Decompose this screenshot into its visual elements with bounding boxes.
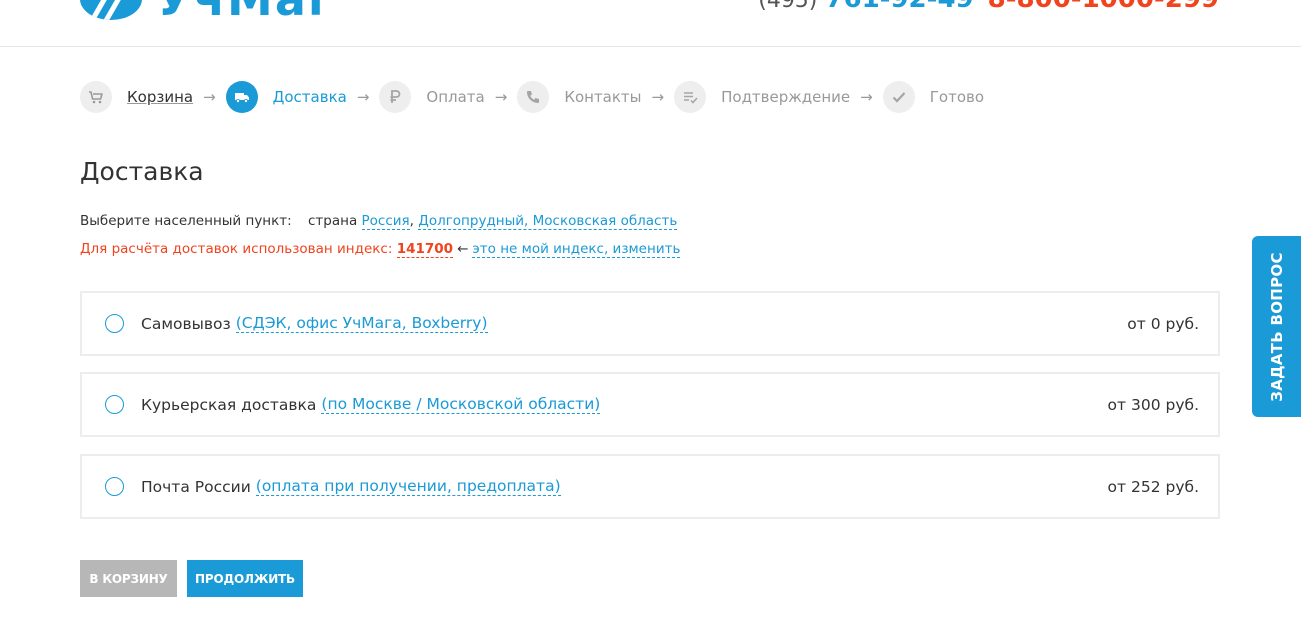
delivery-option-details-link[interactable]: (по Москве / Московской области) [321, 395, 601, 414]
delivery-option-title: Почта России [141, 477, 251, 496]
city-link[interactable]: Долгопрудный, Московская область [418, 213, 678, 230]
step-arrow: → [651, 88, 665, 106]
page-title: Доставка [80, 157, 204, 186]
pickup-radio[interactable] [105, 314, 124, 333]
country-link[interactable]: Россия [361, 213, 410, 230]
step-cart-label[interactable]: Корзина [127, 88, 193, 106]
step-delivery: Доставка [225, 81, 347, 113]
step-confirmation: Подтверждение [674, 81, 850, 113]
ruble-icon [379, 81, 412, 113]
delivery-option-russian-post[interactable]: Почта России (оплата при получении, пред… [80, 454, 1220, 519]
list-check-icon [674, 81, 707, 113]
ask-question-label: ЗАДАТЬ ВОПРОС [1267, 251, 1286, 402]
step-cart[interactable]: Корзина [80, 81, 193, 113]
step-arrow: → [860, 88, 873, 106]
delivery-option-price: от 252 руб. [1107, 477, 1199, 496]
location-separator: , [409, 213, 414, 229]
step-delivery-label: Доставка [272, 88, 347, 106]
country-prefix: страна [308, 213, 358, 229]
delivery-option-details-link[interactable]: (СДЭК, офис УчМага, Boxberry) [235, 314, 488, 333]
header-phones: (495) 761-92-49 8-800-1000-299 [758, 0, 1219, 17]
step-arrow: → [203, 88, 216, 106]
location-line: Выберите населенный пункт: страна Россия… [80, 213, 678, 230]
step-contacts: Контакты [517, 81, 642, 113]
delivery-option-title: Самовывоз [141, 314, 231, 333]
change-index-link[interactable]: это не мой индекс, изменить [472, 241, 681, 258]
delivery-option-pickup[interactable]: Самовывоз (СДЭК, офис УчМага, Boxberry) … [80, 291, 1220, 356]
site-logo[interactable]: УчМаг [80, 0, 334, 22]
delivery-option-price: от 300 руб. [1107, 395, 1199, 414]
postal-index-notice: Для расчёта доставок использован индекс:… [80, 241, 681, 258]
delivery-option-details-link[interactable]: (оплата при получении, предоплата) [255, 477, 561, 496]
phone-icon [517, 81, 550, 113]
delivery-option-price: от 0 руб. [1127, 314, 1199, 333]
left-arrow-icon: ← [457, 241, 469, 257]
delivery-option-courier[interactable]: Курьерская доставка (по Москве / Московс… [80, 372, 1220, 437]
checkout-steps: Корзина → Доставка → Оплата → Контакты →… [80, 81, 984, 113]
ask-question-tab[interactable]: ЗАДАТЬ ВОПРОС [1252, 236, 1301, 417]
location-prompt: Выберите населенный пункт: [80, 213, 292, 229]
step-done: Готово [882, 81, 985, 113]
step-arrow: → [356, 88, 370, 106]
logo-text: УчМаг [156, 0, 334, 22]
truck-icon [225, 81, 258, 113]
continue-button[interactable]: Продолжить [187, 560, 303, 597]
step-contacts-label: Контакты [564, 88, 642, 106]
delivery-option-title: Курьерская доставка [141, 395, 317, 414]
step-payment: Оплата [379, 81, 485, 113]
russian-post-radio[interactable] [105, 477, 124, 496]
logo-mark [80, 0, 142, 20]
site-header: УчМаг (495) 761-92-49 8-800-1000-299 [0, 0, 1301, 47]
index-notice-text: Для расчёта доставок использован индекс: [80, 241, 393, 257]
back-to-cart-button[interactable]: В корзину [80, 560, 177, 597]
phone-main[interactable]: 761-92-49 [825, 0, 973, 14]
step-arrow: → [494, 88, 508, 106]
step-done-label: Готово [929, 88, 985, 106]
postal-index-value[interactable]: 141700 [396, 241, 454, 258]
cart-icon [80, 81, 112, 113]
courier-radio[interactable] [105, 395, 124, 414]
phone-area-code: (495) [758, 0, 818, 13]
step-payment-label: Оплата [426, 88, 485, 106]
phone-tollfree[interactable]: 8-800-1000-299 [988, 0, 1219, 14]
check-icon [882, 81, 915, 113]
step-confirmation-label: Подтверждение [721, 88, 851, 106]
